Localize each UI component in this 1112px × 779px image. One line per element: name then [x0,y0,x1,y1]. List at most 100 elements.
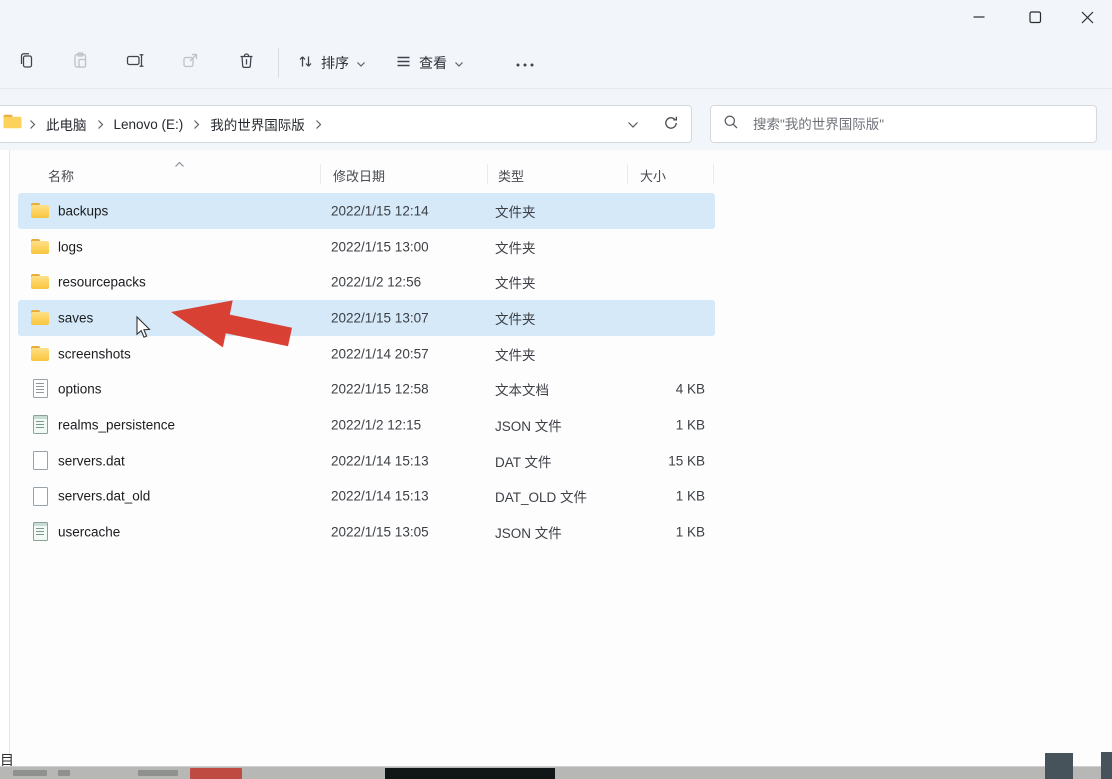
column-header-type[interactable]: 类型 [498,166,524,185]
folder-icon [30,308,50,328]
command-toolbar: 排序 查看 [0,38,1112,89]
file-row-realms_persistence[interactable]: realms_persistence 2022/1/2 12:15 JSON 文… [18,407,715,443]
rename-button[interactable] [117,45,153,81]
folder-icon [3,114,22,134]
taskbar-dark-tile [1101,752,1112,779]
file-name: servers.dat [58,453,125,468]
column-header-size[interactable]: 大小 [640,166,666,185]
rename-icon [126,51,145,75]
file-icon [30,451,50,471]
file-row-servers.dat[interactable]: servers.dat 2022/1/14 15:13 DAT 文件 15 KB [18,443,715,479]
folder-icon [30,201,50,221]
view-list-icon [395,53,412,73]
taskbar-dark-tile [1045,753,1073,779]
minimize-button[interactable] [958,4,1000,30]
file-date-modified: 2022/1/15 13:07 [331,310,429,325]
file-type: 文件夹 [495,308,536,328]
file-date-modified: 2022/1/2 12:56 [331,275,421,290]
breadcrumb-current-folder[interactable]: 我的世界国际版 [203,110,312,138]
folder-icon [30,344,50,364]
video-player-bar [0,766,1112,779]
close-icon [1081,11,1094,24]
close-button[interactable] [1066,4,1108,30]
file-type: 文件夹 [495,272,536,292]
file-name: saves [58,310,93,325]
video-time-smudge [138,770,178,776]
minimize-icon [973,11,985,23]
sort-button[interactable]: 排序 [288,45,375,81]
breadcrumb-chevron-icon [312,119,325,130]
breadcrumb-this-pc[interactable]: 此电脑 [39,110,94,138]
file-type: JSON 文件 [495,415,562,435]
column-headers: 名称 修改日期 类型 大小 [18,158,715,190]
file-row-usercache[interactable]: usercache 2022/1/15 13:05 JSON 文件 1 KB [18,514,715,550]
search-box[interactable] [710,105,1097,143]
video-control-smudge [58,770,70,776]
file-name: resourcepacks [58,275,146,290]
file-row-backups[interactable]: backups 2022/1/15 12:14 文件夹 [18,193,715,229]
column-divider[interactable] [487,164,488,184]
column-header-name[interactable]: 名称 [48,166,74,185]
sort-ascending-icon [174,156,185,171]
file-name: screenshots [58,346,131,361]
text-file-icon [30,379,50,399]
folder-icon [30,237,50,257]
more-options-button[interactable] [498,45,552,81]
file-date-modified: 2022/1/15 13:00 [331,239,429,254]
view-button[interactable]: 查看 [386,45,473,81]
address-dropdown-button[interactable] [627,116,639,134]
file-type: 文件夹 [495,344,536,364]
refresh-button[interactable] [663,115,679,136]
search-input[interactable] [751,116,1084,133]
navigation-pane-divider[interactable] [9,150,10,758]
file-size: 1 KB [578,489,705,504]
share-icon [181,51,200,75]
sort-label: 排序 [321,53,349,73]
video-red-button [190,768,242,779]
file-date-modified: 2022/1/15 13:05 [331,525,429,540]
file-row-servers.dat_old[interactable]: servers.dat_old 2022/1/14 15:13 DAT_OLD … [18,479,715,515]
folder-icon [30,272,50,292]
file-name: backups [58,203,108,218]
delete-button[interactable] [228,45,264,81]
copy-icon [17,51,36,75]
column-divider[interactable] [320,164,321,184]
search-icon [723,114,739,135]
video-time-smudge [13,770,47,776]
column-divider[interactable] [713,164,714,184]
file-date-modified: 2022/1/2 12:15 [331,417,421,432]
file-size: 1 KB [578,417,705,432]
file-size: 4 KB [578,382,705,397]
more-ellipsis-icon [515,55,535,71]
file-type: JSON 文件 [495,522,562,542]
json-file-icon [30,415,50,435]
breadcrumb-drive-e[interactable]: Lenovo (E:) [107,113,191,136]
address-bar[interactable]: 此电脑 Lenovo (E:) 我的世界国际版 [0,105,692,143]
column-divider[interactable] [627,164,628,184]
view-label: 查看 [419,53,447,73]
navigation-row: 此电脑 Lenovo (E:) 我的世界国际版 [0,104,1112,146]
file-row-screenshots[interactable]: screenshots 2022/1/14 20:57 文件夹 [18,336,715,372]
file-name: realms_persistence [58,417,175,432]
file-row-resourcepacks[interactable]: resourcepacks 2022/1/2 12:56 文件夹 [18,264,715,300]
paste-button[interactable] [62,45,98,81]
breadcrumb-chevron-icon [190,119,203,130]
copy-button[interactable] [8,45,44,81]
file-type: 文本文档 [495,379,549,399]
chevron-down-icon [356,55,366,71]
file-row-saves[interactable]: saves 2022/1/15 13:07 文件夹 [18,300,715,336]
file-rows: backups 2022/1/15 12:14 文件夹 logs 2022/1/… [18,193,715,550]
file-date-modified: 2022/1/14 15:13 [331,489,429,504]
column-header-date[interactable]: 修改日期 [333,166,385,185]
file-date-modified: 2022/1/14 15:13 [331,453,429,468]
file-row-options[interactable]: options 2022/1/15 12:58 文本文档 4 KB [18,371,715,407]
paste-icon [71,51,90,75]
maximize-button[interactable] [1014,4,1056,30]
file-explorer-window: 排序 查看 此电脑 Lenovo (E:) 我的世界国际版 [0,0,1112,779]
chevron-down-icon [454,55,464,71]
delete-icon [237,51,256,75]
file-type: DAT 文件 [495,451,552,471]
file-row-logs[interactable]: logs 2022/1/15 13:00 文件夹 [18,229,715,265]
share-button[interactable] [172,45,208,81]
title-bar [0,0,1112,34]
